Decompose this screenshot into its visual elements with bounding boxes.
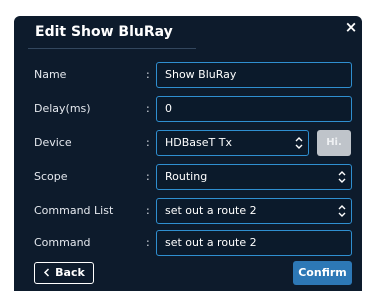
edit-dialog: × Edit Show BluRay Name : Show BluRay De… [14,16,362,291]
command-label: Command [34,236,91,249]
chevron-left-icon [44,268,50,277]
name-input[interactable]: Show BluRay [156,62,352,88]
command-list-select[interactable]: set out a route 2 [156,198,352,224]
command-list-separator: : [146,204,150,217]
command-list-row: Command List : set out a route 2 [14,198,362,224]
delay-separator: : [146,102,150,115]
dialog-title: Edit Show BluRay [35,24,173,40]
scope-row: Scope : Routing [14,164,362,190]
name-label: Name [34,68,67,81]
name-row: Name : Show BluRay [14,62,362,88]
close-icon[interactable]: × [344,20,358,35]
hi-button[interactable]: Hi. [317,130,351,156]
command-input[interactable]: set out a route 2 [156,230,352,256]
delay-label: Delay(ms) [34,102,91,115]
scope-label: Scope [34,170,68,183]
name-separator: : [146,68,150,81]
device-select[interactable]: HDBaseT Tx [156,130,309,156]
command-list-select-value: set out a route 2 [165,204,257,217]
chevron-up-down-icon [295,137,303,149]
scope-separator: : [146,170,150,183]
delay-row: Delay(ms) : 0 [14,96,362,122]
device-select-value: HDBaseT Tx [165,136,232,149]
scope-select-value: Routing [165,170,208,183]
device-row: Device : HDBaseT Tx Hi. [14,130,362,156]
command-row: Command : set out a route 2 [14,230,362,256]
scope-select[interactable]: Routing [156,164,352,190]
chevron-up-down-icon [338,205,346,217]
title-divider [28,48,196,49]
chevron-up-down-icon [338,171,346,183]
device-separator: : [146,136,150,149]
back-button[interactable]: Back [34,262,94,284]
command-separator: : [146,236,150,249]
command-list-label: Command List [34,204,114,217]
confirm-button[interactable]: Confirm [293,261,352,285]
device-label: Device [34,136,72,149]
delay-input[interactable]: 0 [156,96,352,122]
back-button-label: Back [55,266,85,279]
